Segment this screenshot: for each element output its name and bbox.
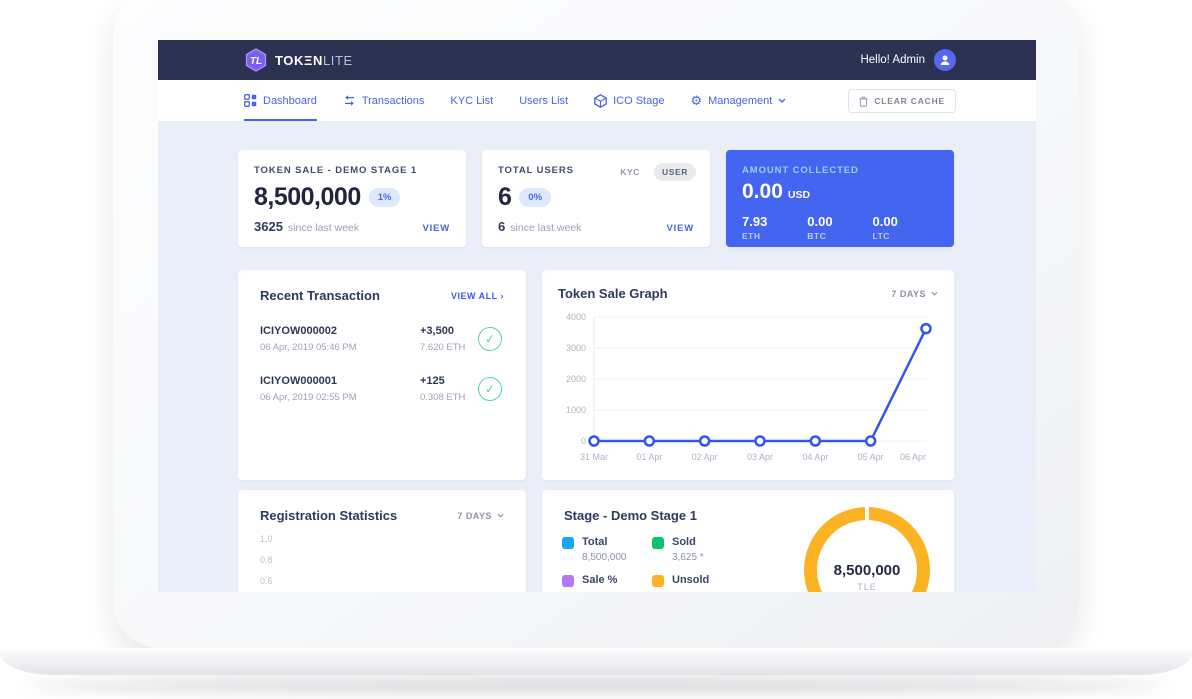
registration-statistics-card: Registration Statistics 7 DAYS 1.0 0.8 0… xyxy=(238,490,526,592)
toggle-kyc[interactable]: KYC xyxy=(612,163,648,181)
btc-value: 0.00 xyxy=(807,214,872,229)
token-sale-line-chart: 4000 3000 2000 1000 0 31 Mar 01 Apr 02 Apr 03 Ap… xyxy=(558,307,938,469)
y-axis-tick: 0.6 xyxy=(260,576,504,586)
dashboard-viewport: TL TOKΞNLITE Hello! Admin xyxy=(158,40,1036,592)
tx-amount: +3,500 xyxy=(420,325,465,337)
tx-amounts: +3,500 7.620 ETH xyxy=(420,325,465,353)
ltc-value: 0.00 xyxy=(873,214,938,229)
transactions-title: Recent Transaction xyxy=(260,288,380,303)
y-axis-tick: 0.8 xyxy=(260,555,504,565)
total-users-value: 6 xyxy=(498,183,511,212)
coin-eth: 7.93 ETH xyxy=(742,214,807,241)
chevron-down-icon xyxy=(931,291,938,296)
svg-text:2000: 2000 xyxy=(566,374,586,384)
transaction-row[interactable]: ICIYOW000001 06 Apr, 2019 02:55 PM +125 … xyxy=(260,375,504,403)
page: TL TOKΞNLITE Hello! Admin xyxy=(0,0,1192,699)
chevron-down-icon xyxy=(497,513,504,518)
total-users-badge: 0% xyxy=(519,188,551,207)
tx-left: ICIYOW000001 06 Apr, 2019 02:55 PM xyxy=(260,375,357,403)
total-users-delta: 6 xyxy=(498,219,505,234)
legend-swatch-unsold xyxy=(652,575,664,587)
svg-text:1000: 1000 xyxy=(566,405,586,415)
total-users-card: TOTAL USERS KYC USER 6 0% 6 since last w… xyxy=(482,150,710,247)
confirmed-check-icon: ✓ xyxy=(477,326,503,352)
total-users-view-link[interactable]: VIEW xyxy=(667,223,694,234)
svg-text:0: 0 xyxy=(581,436,586,446)
token-sale-badge: 1% xyxy=(369,188,401,207)
laptop-base xyxy=(0,648,1192,675)
svg-text:05 Apr: 05 Apr xyxy=(858,452,884,462)
legend-item-sale-pct: Sale % xyxy=(562,574,617,587)
laptop-shadow xyxy=(26,680,1166,692)
range-dropdown[interactable]: 7 DAYS xyxy=(891,289,938,299)
legend-swatch-sale-pct xyxy=(562,575,574,587)
tx-id: ICIYOW000002 xyxy=(260,325,357,337)
amount-collected-card: AMOUNT COLLECTED 0.00 USD 7.93 ETH 0.00 … xyxy=(726,150,954,247)
svg-text:01 Apr: 01 Apr xyxy=(636,452,662,462)
svg-text:04 Apr: 04 Apr xyxy=(802,452,828,462)
coin-totals: 7.93 ETH 0.00 BTC 0.00 LTC xyxy=(742,214,938,241)
legend-item-total: Total 8,500,000 xyxy=(562,536,627,563)
legend-swatch-sold xyxy=(652,537,664,549)
graph-title: Token Sale Graph xyxy=(558,286,668,301)
usd-value: 0.00 xyxy=(742,180,783,204)
token-sale-graph-card: Token Sale Graph 7 DAYS 4000 3000 2000 1000… xyxy=(542,270,954,480)
token-sale-title: TOKEN SALE - DEMO STAGE 1 xyxy=(254,165,450,176)
svg-text:02 Apr: 02 Apr xyxy=(692,452,718,462)
transaction-row[interactable]: ICIYOW000002 06 Apr, 2019 05:46 PM +3,50… xyxy=(260,325,504,353)
registration-title: Registration Statistics xyxy=(260,508,397,523)
stage-title: Stage - Demo Stage 1 xyxy=(564,508,697,523)
total-users-delta-text: since last week xyxy=(510,222,581,234)
eth-label: ETH xyxy=(742,231,807,241)
eth-value: 7.93 xyxy=(742,214,807,229)
view-all-link[interactable]: VIEW ALL › xyxy=(451,291,504,301)
content-area: TOKEN SALE - DEMO STAGE 1 8,500,000 1% 3… xyxy=(238,40,954,592)
token-sale-delta-text: since last week xyxy=(288,222,359,234)
amount-collected-title: AMOUNT COLLECTED xyxy=(742,165,938,176)
confirmed-check-icon: ✓ xyxy=(477,376,503,402)
legend-item-unsold: Unsold xyxy=(652,574,709,587)
token-sale-value: 8,500,000 xyxy=(254,183,361,212)
coin-btc: 0.00 BTC xyxy=(807,214,872,241)
btc-label: BTC xyxy=(807,231,872,241)
kyc-user-toggle: KYC USER xyxy=(612,163,696,181)
svg-text:03 Apr: 03 Apr xyxy=(747,452,773,462)
tx-left: ICIYOW000002 06 Apr, 2019 05:46 PM xyxy=(260,325,357,353)
stage-gauge-card: Stage - Demo Stage 1 Total 8,500,000 Sol… xyxy=(542,490,954,592)
svg-text:06 Apr: 06 Apr xyxy=(900,452,926,462)
tx-eth: 0.308 ETH xyxy=(420,392,465,403)
tx-amount: +125 xyxy=(420,375,465,387)
svg-text:3000: 3000 xyxy=(566,343,586,353)
tx-date: 06 Apr, 2019 05:46 PM xyxy=(260,342,357,353)
y-axis-tick: 1.0 xyxy=(260,534,504,544)
token-sale-delta: 3625 xyxy=(254,219,283,234)
svg-text:31 Mar: 31 Mar xyxy=(580,452,608,462)
legend-item-sold: Sold 3,625 * xyxy=(652,536,704,563)
coin-ltc: 0.00 LTC xyxy=(873,214,938,241)
token-sale-card: TOKEN SALE - DEMO STAGE 1 8,500,000 1% 3… xyxy=(238,150,466,247)
token-sale-view-link[interactable]: VIEW xyxy=(423,223,450,234)
tx-id: ICIYOW000001 xyxy=(260,375,357,387)
ltc-label: LTC xyxy=(873,231,938,241)
tx-eth: 7.620 ETH xyxy=(420,342,465,353)
toggle-user[interactable]: USER xyxy=(654,163,696,181)
gauge-center: 8,500,000 TLE xyxy=(804,562,930,592)
legend-swatch-total xyxy=(562,537,574,549)
range-dropdown[interactable]: 7 DAYS xyxy=(457,511,504,521)
tx-date: 06 Apr, 2019 02:55 PM xyxy=(260,392,357,403)
usd-label: USD xyxy=(788,189,810,201)
svg-text:4000: 4000 xyxy=(566,312,586,322)
gauge-value: 8,500,000 xyxy=(804,562,930,579)
recent-transactions-card: Recent Transaction VIEW ALL › ICIYOW0000… xyxy=(238,270,526,480)
tx-amounts: +125 0.308 ETH xyxy=(420,375,465,403)
gauge-unit: TLE xyxy=(804,582,930,592)
